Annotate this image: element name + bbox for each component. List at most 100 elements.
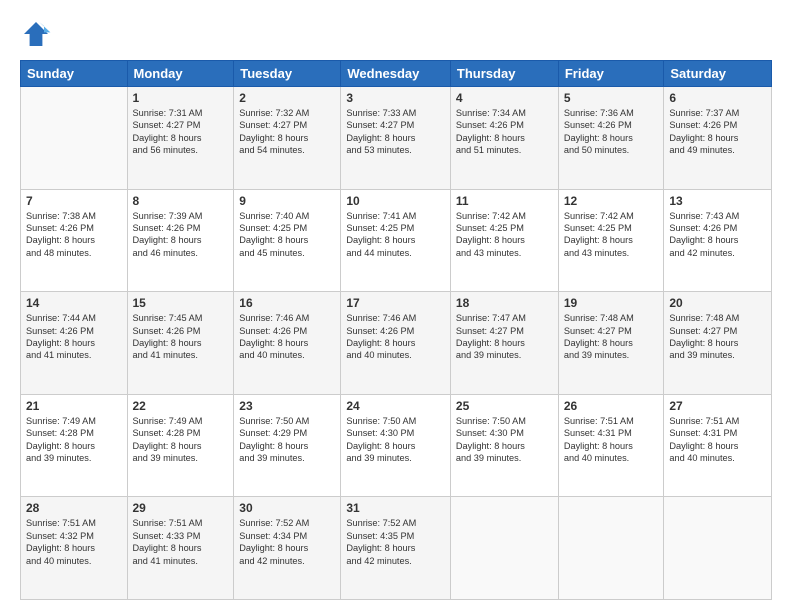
calendar-week-row: 21 Sunrise: 7:49 AM Sunset: 4:28 PM Dayli… [21,394,772,497]
day-info: Sunrise: 7:34 AM Sunset: 4:26 PM Dayligh… [456,107,553,157]
day-info: Sunrise: 7:45 AM Sunset: 4:26 PM Dayligh… [133,312,229,362]
calendar-header-saturday: Saturday [664,61,772,87]
calendar-cell: 2Sunrise: 7:32 AM Sunset: 4:27 PM Daylig… [234,87,341,190]
calendar-cell: 18 Sunrise: 7:47 AM Sunset: 4:27 PM Dayli… [450,292,558,395]
calendar-cell: 6Sunrise: 7:37 AM Sunset: 4:26 PM Daylig… [664,87,772,190]
calendar-cell: 8 Sunrise: 7:39 AM Sunset: 4:26 PM Daylig… [127,189,234,292]
day-info: Sunrise: 7:48 AM Sunset: 4:27 PM Dayligh… [564,312,659,362]
day-info: Sunrise: 7:50 AM Sunset: 4:29 PM Dayligh… [239,415,335,465]
day-number: 13 [669,194,766,208]
day-number: 8 [133,194,229,208]
calendar-cell: 22Sunrise: 7:49 AM Sunset: 4:28 PM Dayli… [127,394,234,497]
calendar-cell: 23 Sunrise: 7:50 AM Sunset: 4:29 PM Dayli… [234,394,341,497]
day-number: 11 [456,194,553,208]
day-info: Sunrise: 7:46 AM Sunset: 4:26 PM Dayligh… [239,312,335,362]
calendar-header-row: SundayMondayTuesdayWednesdayThursdayFrid… [21,61,772,87]
calendar-header-sunday: Sunday [21,61,128,87]
day-info: Sunrise: 7:31 AM Sunset: 4:27 PM Dayligh… [133,107,229,157]
day-info: Sunrise: 7:51 AM Sunset: 4:32 PM Dayligh… [26,517,122,567]
day-info: Sunrise: 7:47 AM Sunset: 4:27 PM Dayligh… [456,312,553,362]
day-number: 31 [346,501,445,515]
day-info: Sunrise: 7:32 AM Sunset: 4:27 PM Dayligh… [239,107,335,157]
day-info: Sunrise: 7:43 AM Sunset: 4:26 PM Dayligh… [669,210,766,260]
day-number: 30 [239,501,335,515]
day-number: 23 [239,399,335,413]
calendar-week-row: 7 Sunrise: 7:38 AM Sunset: 4:26 PM Daylig… [21,189,772,292]
calendar-week-row: 14Sunrise: 7:44 AM Sunset: 4:26 PM Dayli… [21,292,772,395]
calendar-cell: 25Sunrise: 7:50 AM Sunset: 4:30 PM Dayli… [450,394,558,497]
calendar-table: SundayMondayTuesdayWednesdayThursdayFrid… [20,60,772,600]
calendar-cell: 24 Sunrise: 7:50 AM Sunset: 4:30 PM Dayli… [341,394,451,497]
calendar-cell: 16 Sunrise: 7:46 AM Sunset: 4:26 PM Dayli… [234,292,341,395]
day-info: Sunrise: 7:49 AM Sunset: 4:28 PM Dayligh… [26,415,122,465]
day-number: 12 [564,194,659,208]
calendar-cell: 14Sunrise: 7:44 AM Sunset: 4:26 PM Dayli… [21,292,128,395]
calendar-cell: 1 Sunrise: 7:31 AM Sunset: 4:27 PM Daylig… [127,87,234,190]
day-info: Sunrise: 7:51 AM Sunset: 4:33 PM Dayligh… [133,517,229,567]
day-info: Sunrise: 7:33 AM Sunset: 4:27 PM Dayligh… [346,107,445,157]
day-number: 19 [564,296,659,310]
day-number: 24 [346,399,445,413]
calendar-cell: 28 Sunrise: 7:51 AM Sunset: 4:32 PM Dayli… [21,497,128,600]
day-info: Sunrise: 7:51 AM Sunset: 4:31 PM Dayligh… [564,415,659,465]
logo-icon [20,18,52,50]
calendar-cell: 19 Sunrise: 7:48 AM Sunset: 4:27 PM Dayli… [558,292,664,395]
day-info: Sunrise: 7:50 AM Sunset: 4:30 PM Dayligh… [346,415,445,465]
calendar-cell: 20Sunrise: 7:48 AM Sunset: 4:27 PM Dayli… [664,292,772,395]
day-info: Sunrise: 7:46 AM Sunset: 4:26 PM Dayligh… [346,312,445,362]
calendar-header-tuesday: Tuesday [234,61,341,87]
calendar-cell: 15Sunrise: 7:45 AM Sunset: 4:26 PM Dayli… [127,292,234,395]
day-number: 17 [346,296,445,310]
day-number: 28 [26,501,122,515]
calendar-cell [664,497,772,600]
day-info: Sunrise: 7:52 AM Sunset: 4:35 PM Dayligh… [346,517,445,567]
calendar-cell: 9 Sunrise: 7:40 AM Sunset: 4:25 PM Daylig… [234,189,341,292]
calendar-cell: 3 Sunrise: 7:33 AM Sunset: 4:27 PM Daylig… [341,87,451,190]
day-number: 18 [456,296,553,310]
calendar-header-thursday: Thursday [450,61,558,87]
calendar-cell: 4 Sunrise: 7:34 AM Sunset: 4:26 PM Daylig… [450,87,558,190]
calendar-cell: 30 Sunrise: 7:52 AM Sunset: 4:34 PM Dayli… [234,497,341,600]
day-info: Sunrise: 7:52 AM Sunset: 4:34 PM Dayligh… [239,517,335,567]
calendar-cell: 11 Sunrise: 7:42 AM Sunset: 4:25 PM Dayli… [450,189,558,292]
calendar-cell [21,87,128,190]
day-number: 22 [133,399,229,413]
calendar-cell: 10Sunrise: 7:41 AM Sunset: 4:25 PM Dayli… [341,189,451,292]
day-info: Sunrise: 7:38 AM Sunset: 4:26 PM Dayligh… [26,210,122,260]
calendar-cell: 31 Sunrise: 7:52 AM Sunset: 4:35 PM Dayli… [341,497,451,600]
day-number: 27 [669,399,766,413]
day-info: Sunrise: 7:36 AM Sunset: 4:26 PM Dayligh… [564,107,659,157]
calendar-header-friday: Friday [558,61,664,87]
day-number: 1 [133,91,229,105]
day-number: 21 [26,399,122,413]
calendar-cell [450,497,558,600]
day-number: 14 [26,296,122,310]
calendar-week-row: 28 Sunrise: 7:51 AM Sunset: 4:32 PM Dayli… [21,497,772,600]
calendar-cell: 27 Sunrise: 7:51 AM Sunset: 4:31 PM Dayli… [664,394,772,497]
calendar-cell: 12Sunrise: 7:42 AM Sunset: 4:25 PM Dayli… [558,189,664,292]
day-info: Sunrise: 7:40 AM Sunset: 4:25 PM Dayligh… [239,210,335,260]
calendar-week-row: 1 Sunrise: 7:31 AM Sunset: 4:27 PM Daylig… [21,87,772,190]
calendar-header-wednesday: Wednesday [341,61,451,87]
calendar-cell: 29Sunrise: 7:51 AM Sunset: 4:33 PM Dayli… [127,497,234,600]
calendar-cell [558,497,664,600]
calendar-cell: 5Sunrise: 7:36 AM Sunset: 4:26 PM Daylig… [558,87,664,190]
calendar-cell: 21 Sunrise: 7:49 AM Sunset: 4:28 PM Dayli… [21,394,128,497]
day-info: Sunrise: 7:48 AM Sunset: 4:27 PM Dayligh… [669,312,766,362]
calendar-header-monday: Monday [127,61,234,87]
day-info: Sunrise: 7:51 AM Sunset: 4:31 PM Dayligh… [669,415,766,465]
day-number: 4 [456,91,553,105]
day-number: 7 [26,194,122,208]
calendar-cell: 26 Sunrise: 7:51 AM Sunset: 4:31 PM Dayli… [558,394,664,497]
day-number: 16 [239,296,335,310]
page: SundayMondayTuesdayWednesdayThursdayFrid… [0,0,792,612]
day-number: 26 [564,399,659,413]
day-info: Sunrise: 7:50 AM Sunset: 4:30 PM Dayligh… [456,415,553,465]
logo [20,18,56,50]
day-info: Sunrise: 7:42 AM Sunset: 4:25 PM Dayligh… [456,210,553,260]
day-number: 3 [346,91,445,105]
calendar-cell: 13 Sunrise: 7:43 AM Sunset: 4:26 PM Dayli… [664,189,772,292]
day-number: 9 [239,194,335,208]
calendar-cell: 7 Sunrise: 7:38 AM Sunset: 4:26 PM Daylig… [21,189,128,292]
day-info: Sunrise: 7:39 AM Sunset: 4:26 PM Dayligh… [133,210,229,260]
